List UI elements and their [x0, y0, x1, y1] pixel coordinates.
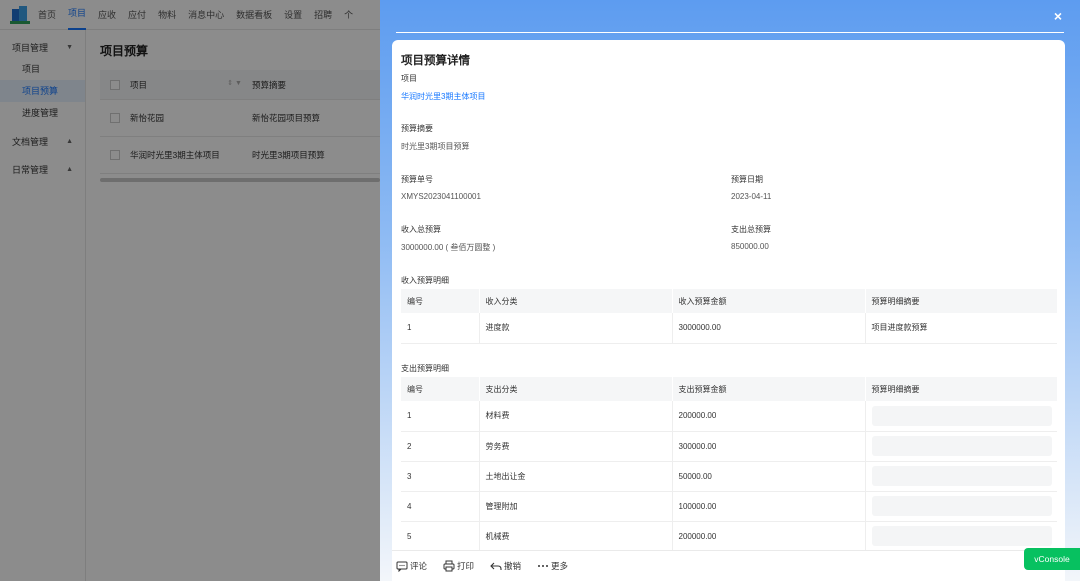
revoke-button[interactable]: 撤销	[490, 560, 521, 572]
empty-summary-field	[871, 405, 1052, 426]
drawer-footer-toolbar: 评论 打印 撤销 更多	[392, 550, 1065, 581]
column-header: 编号	[401, 289, 480, 313]
column-header: 支出预算金额	[672, 377, 866, 401]
table-row: 4 管理附加 100000.00	[401, 491, 1057, 522]
field-expense-total: 支出总预算 850000.00	[731, 224, 771, 251]
table-cell	[865, 431, 1057, 462]
field-income-total: 收入总预算 3000000.00 ( 叁佰万圆整 )	[401, 224, 495, 253]
table-cell: 土地出让金	[479, 461, 673, 492]
vconsole-button[interactable]: vConsole	[1024, 548, 1080, 570]
table-cell: 机械费	[479, 521, 673, 550]
field-value: 3000000.00 ( 叁佰万圆整 )	[401, 243, 496, 252]
table-cell: 100000.00	[672, 491, 866, 522]
table-cell: 5	[401, 521, 480, 550]
close-icon[interactable]: ×	[1050, 8, 1066, 24]
comment-button[interactable]: 评论	[396, 560, 427, 572]
table-cell: 200000.00	[672, 521, 866, 550]
table-row: 3 土地出让金 50000.00	[401, 461, 1057, 492]
table-cell: 项目进度款预算	[865, 313, 1057, 344]
revoke-label: 撤销	[504, 561, 522, 571]
field-project: 项目 华润时光里3期主体项目	[401, 73, 485, 102]
expense-detail-table: 编号 支出分类 支出预算金额 预算明细摘要 1 材料费 200000.00 2 …	[401, 377, 1058, 550]
empty-summary-field	[871, 436, 1052, 456]
table-cell	[865, 461, 1057, 492]
modal-overlay-mask[interactable]	[0, 0, 380, 581]
table-row: 5 机械费 200000.00	[401, 521, 1057, 550]
table-header: 编号 支出分类 支出预算金额 预算明细摘要	[401, 377, 1058, 401]
column-header: 预算明细摘要	[865, 289, 1058, 313]
income-detail-table: 编号 收入分类 收入预算金额 预算明细摘要 1 进度款 3000000.00 项…	[401, 289, 1058, 344]
print-button[interactable]: 打印	[443, 560, 474, 572]
printer-icon	[443, 560, 455, 572]
table-row: 2 劳务费 300000.00	[401, 431, 1057, 462]
field-label: 预算摘要	[401, 124, 433, 133]
table-cell: 3	[401, 461, 480, 492]
column-header: 预算明细摘要	[865, 377, 1058, 401]
table-cell: 2	[401, 431, 480, 462]
column-header: 支出分类	[479, 377, 673, 401]
drawer-divider	[396, 32, 1064, 33]
undo-icon	[490, 560, 502, 572]
project-link[interactable]: 华润时光里3期主体项目	[401, 91, 485, 102]
column-header: 收入分类	[479, 289, 673, 313]
table-cell: 1	[401, 313, 480, 344]
table-cell: 3000000.00	[672, 313, 866, 344]
column-header: 编号	[401, 377, 480, 401]
field-label: 项目	[401, 74, 417, 83]
table-cell: 劳务费	[479, 431, 673, 462]
table-cell	[865, 491, 1057, 522]
field-budget-no: 预算单号 XMYS2023041100001	[401, 174, 481, 201]
comment-label: 评论	[410, 561, 428, 571]
table-cell: 4	[401, 491, 480, 522]
more-label: 更多	[551, 561, 569, 571]
field-value: 2023-04-11	[731, 192, 772, 201]
more-dots-icon	[537, 560, 549, 572]
table-cell: 300000.00	[672, 431, 866, 462]
field-label: 预算日期	[731, 175, 763, 184]
empty-summary-field	[871, 526, 1052, 546]
field-label: 收入总预算	[401, 225, 441, 234]
field-value: XMYS2023041100001	[401, 192, 481, 201]
table-header: 编号 收入分类 收入预算金额 预算明细摘要	[401, 289, 1058, 313]
empty-summary-field	[871, 466, 1052, 486]
more-button[interactable]: 更多	[537, 560, 568, 572]
table-cell: 200000.00	[672, 401, 866, 432]
expense-section-title: 支出预算明细	[401, 364, 449, 373]
field-label: 预算单号	[401, 175, 433, 184]
field-summary: 预算摘要 时光里3期项目预算	[401, 123, 469, 152]
table-cell	[865, 401, 1057, 432]
table-cell: 进度款	[479, 313, 673, 344]
detail-title: 项目预算详情	[401, 55, 470, 67]
field-budget-date: 预算日期 2023-04-11	[731, 174, 771, 201]
table-cell	[865, 521, 1057, 550]
field-value: 850000.00	[731, 242, 769, 251]
print-label: 打印	[457, 561, 475, 571]
field-value: 时光里3期项目预算	[401, 142, 470, 151]
table-row: 1 进度款 3000000.00 项目进度款预算	[401, 313, 1057, 344]
income-section-title: 收入预算明细	[401, 276, 449, 285]
empty-summary-field	[871, 496, 1052, 516]
table-cell: 1	[401, 401, 480, 432]
detail-card: 项目预算详情 项目 华润时光里3期主体项目 预算摘要 时光里3期项目预算 预算单…	[392, 40, 1065, 550]
table-cell: 材料费	[479, 401, 673, 432]
table-cell: 50000.00	[672, 461, 866, 492]
table-row: 1 材料费 200000.00	[401, 401, 1057, 432]
table-cell: 管理附加	[479, 491, 673, 522]
field-label: 支出总预算	[731, 225, 771, 234]
budget-detail-drawer: × 项目预算详情 项目 华润时光里3期主体项目 预算摘要 时光里3期项目预算 预…	[380, 0, 1080, 581]
comment-icon	[396, 560, 408, 572]
column-header: 收入预算金额	[672, 289, 866, 313]
